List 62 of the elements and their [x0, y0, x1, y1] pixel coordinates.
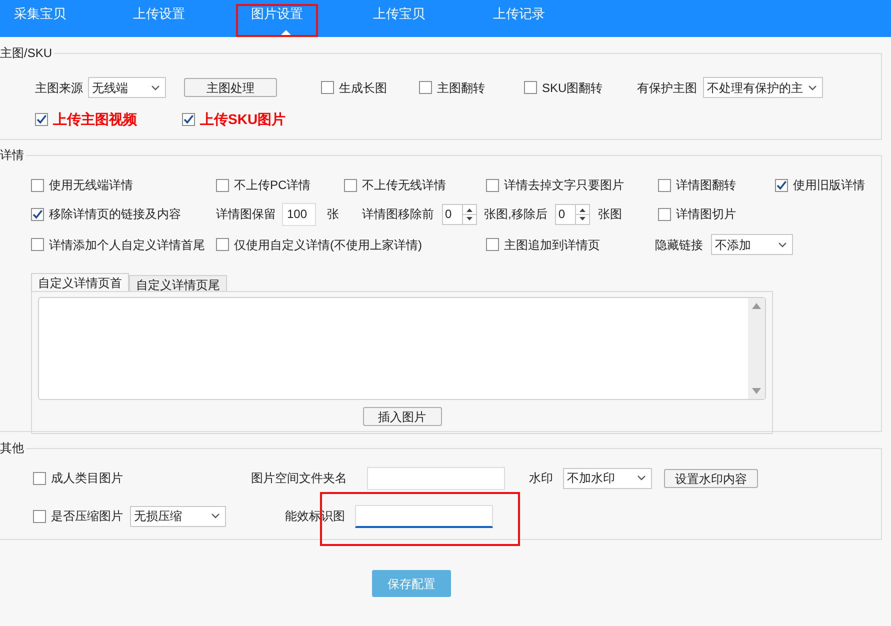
editor-tab[interactable]: 自定义详情页尾 — [129, 275, 227, 291]
spin-arrows-icon — [462, 204, 476, 224]
input-field[interactable] — [355, 504, 493, 528]
spin-arrows-icon — [575, 204, 590, 224]
button[interactable]: 主图处理 — [184, 78, 277, 97]
checkmark-icon — [776, 180, 787, 190]
dropdown[interactable]: 不加水印 — [563, 468, 652, 488]
dropdown[interactable]: 不处理有保护的主 — [703, 77, 823, 98]
chevron-down-icon — [211, 513, 220, 519]
field-label: 详情图保留 — [216, 206, 276, 223]
field-label: 有保护主图 — [637, 80, 697, 96]
checkbox[interactable]: 上传SKU图片 — [182, 109, 286, 130]
checkbox[interactable]: 成人类目图片 — [33, 469, 123, 487]
editor-tab[interactable]: 自定义详情页首 — [31, 273, 129, 291]
checkbox[interactable]: 详情去掉文字只要图片 — [486, 176, 624, 194]
field-label: 张图,移除后 — [484, 206, 548, 223]
dropdown[interactable]: 不添加 — [711, 234, 793, 255]
checkbox[interactable]: 生成长图 — [321, 78, 387, 96]
checkmark-icon — [36, 114, 47, 125]
scrollbar[interactable] — [748, 298, 765, 399]
field-label: 主图来源 — [35, 80, 83, 96]
unit-label: 张 — [327, 206, 339, 223]
checkbox[interactable]: 使用旧版详情 — [775, 176, 865, 194]
checkmark-icon — [32, 208, 43, 220]
checkbox[interactable]: 不上传PC详情 — [216, 176, 311, 194]
text-area[interactable] — [38, 297, 766, 400]
input-field[interactable] — [367, 466, 505, 490]
input-field[interactable]: 100 — [282, 202, 316, 226]
checkbox[interactable]: 移除详情页的链接及内容 — [31, 205, 181, 223]
checkbox[interactable]: 上传主图视频 — [35, 109, 137, 130]
group-title: 主图/SKU — [0, 45, 54, 61]
unit-label: 张图 — [598, 206, 622, 223]
checkbox[interactable]: 不上传无线详情 — [344, 176, 446, 194]
checkbox[interactable]: 主图追加到详情页 — [486, 236, 600, 254]
checkbox[interactable]: SKU图翻转 — [524, 78, 603, 96]
group-title: 详情 — [0, 147, 26, 163]
chevron-down-icon — [808, 84, 817, 90]
checkbox[interactable]: 主图翻转 — [419, 78, 485, 96]
field-label: 水印 — [529, 470, 553, 487]
number-spinner[interactable]: 0 — [442, 204, 477, 224]
field-label: 隐藏链接 — [655, 236, 703, 254]
scroll-up-icon[interactable] — [752, 303, 761, 309]
number-spinner[interactable]: 0 — [555, 204, 590, 224]
dropdown[interactable]: 无损压缩 — [130, 506, 226, 526]
field-label: 图片空间文件夹名 — [251, 470, 347, 487]
chevron-down-icon — [637, 475, 646, 481]
field-label: 详情图移除前 — [362, 206, 434, 223]
checkmark-icon — [183, 114, 194, 125]
scroll-down-icon[interactable] — [752, 388, 761, 394]
chevron-down-icon — [151, 84, 160, 90]
chevron-down-icon — [778, 242, 787, 248]
group-title: 其他 — [0, 440, 26, 456]
button[interactable]: 设置水印内容 — [664, 468, 758, 488]
dropdown[interactable]: 无线端 — [88, 77, 166, 98]
checkbox[interactable]: 详情图切片 — [658, 205, 736, 223]
insert-image-button[interactable]: 插入图片 — [362, 407, 442, 426]
checkbox[interactable]: 使用无线端详情 — [31, 176, 133, 194]
checkbox[interactable]: 仅使用自定义详情(不使用上家详情) — [216, 236, 422, 254]
checkbox[interactable]: 详情添加个人自定义详情首尾 — [31, 236, 205, 254]
checkbox[interactable]: 是否压缩图片 — [33, 507, 123, 525]
field-label: 能效标识图 — [285, 508, 345, 525]
checkbox[interactable]: 详情图翻转 — [658, 176, 736, 194]
